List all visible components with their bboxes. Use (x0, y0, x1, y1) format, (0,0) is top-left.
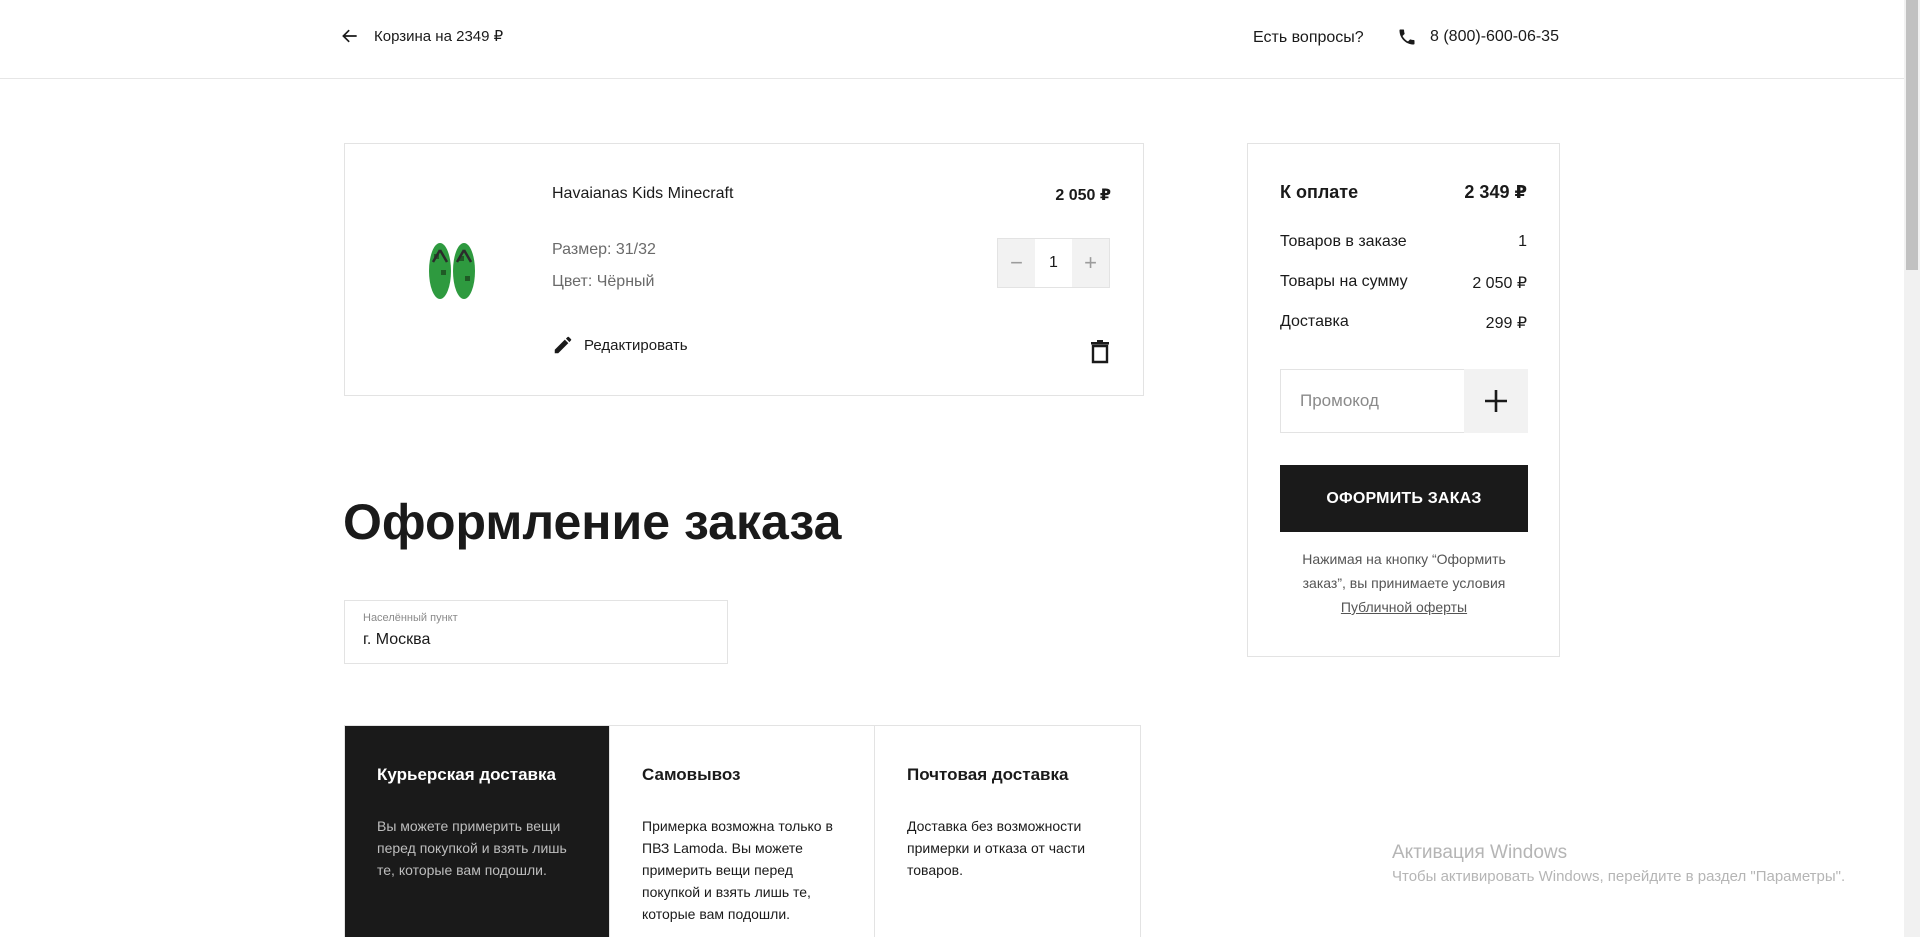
summary-total: 2 349 ₽ (1464, 182, 1527, 202)
quantity-increase-button[interactable]: + (1072, 239, 1109, 287)
place-order-button[interactable]: ОФОРМИТЬ ЗАКАЗ (1280, 465, 1528, 532)
back-to-cart-link[interactable]: Корзина на 2349 ₽ (340, 26, 503, 46)
phone-icon (1399, 29, 1415, 45)
city-field[interactable]: Населённый пункт г. Москва (344, 600, 728, 664)
quantity-value: 1 (1035, 239, 1072, 287)
scrollbar[interactable] (1904, 0, 1920, 937)
delivery-tab-description: Доставка без возможности примерки и отка… (907, 818, 1086, 878)
delivery-tab-pickup[interactable]: Самовывоз Примерка возможна только в ПВЗ… (610, 726, 875, 937)
public-offer-link[interactable]: Публичной оферты (1341, 599, 1467, 615)
delivery-tab-title: Самовывоз (642, 765, 741, 784)
product-name[interactable]: Havaianas Kids Minecraft (552, 185, 733, 203)
arrow-left-icon (342, 29, 357, 43)
pencil-icon (554, 336, 572, 354)
summary-row-value: 1 (1518, 233, 1527, 250)
terms-note: Нажимая на кнопку “Оформить заказ”, вы п… (1280, 547, 1528, 619)
quantity-decrease-button[interactable]: − (998, 239, 1035, 287)
header: Корзина на 2349 ₽ Есть вопросы? 8 (800)-… (0, 0, 1904, 79)
summary-title: К оплате (1280, 182, 1359, 202)
scrollbar-thumb[interactable] (1906, 0, 1918, 270)
summary-row-label: Товаров в заказе (1280, 233, 1407, 250)
apply-promo-button[interactable] (1464, 369, 1528, 433)
product-size: Размер: 31/32 (552, 241, 656, 258)
summary-row-label: Доставка (1280, 313, 1349, 330)
summary-row-items-sum: Товары на сумму 2 050 ₽ (1280, 273, 1527, 293)
summary-row-value: 2 050 ₽ (1472, 275, 1527, 292)
order-summary: К оплате 2 349 ₽ Товаров в заказе 1 Това… (1247, 143, 1560, 657)
cart-item-card: Havaianas Kids Minecraft 2 050 ₽ Размер:… (344, 143, 1144, 396)
edit-button[interactable]: Редактировать (552, 334, 688, 356)
summary-row-label: Товары на сумму (1280, 273, 1408, 290)
city-value: г. Москва (363, 631, 431, 648)
delivery-tab-description: Примерка возможна только в ПВЗ Lamoda. В… (642, 818, 833, 922)
watermark-subtitle: Чтобы активировать Windows, перейдите в … (1392, 868, 1846, 885)
promo-code-input[interactable] (1280, 369, 1464, 433)
page-title: Оформление заказа (343, 494, 842, 550)
back-label: Корзина на 2349 ₽ (374, 28, 504, 45)
product-color: Цвет: Чёрный (552, 273, 655, 290)
quantity-stepper: − 1 + (997, 238, 1110, 288)
summary-row-value: 299 ₽ (1485, 315, 1527, 332)
promo-code-group (1280, 369, 1528, 433)
watermark-title: Активация Windows (1392, 842, 1568, 863)
phone-link[interactable]: 8 (800)-600-06-35 (1397, 27, 1559, 47)
windows-activation-watermark: Активация Windows Чтобы активировать Win… (1392, 842, 1845, 885)
delivery-tab-title: Почтовая доставка (907, 765, 1069, 784)
terms-text: Нажимая на кнопку “Оформить заказ”, вы п… (1302, 551, 1506, 591)
phone-number: 8 (800)-600-06-35 (1430, 28, 1559, 45)
delivery-tab-courier[interactable]: Курьерская доставка Вы можете примерить … (345, 726, 610, 937)
summary-row-delivery: Доставка 299 ₽ (1280, 313, 1527, 333)
delivery-options: Курьерская доставка Вы можете примерить … (344, 725, 1141, 937)
plus-icon (1485, 390, 1507, 412)
delivery-tab-post[interactable]: Почтовая доставка Доставка без возможнос… (875, 726, 1140, 937)
edit-label: Редактировать (584, 336, 688, 354)
help-link[interactable]: Есть вопросы? (1253, 29, 1364, 47)
product-price: 2 050 ₽ (1055, 187, 1111, 204)
product-image[interactable] (425, 240, 479, 302)
summary-row-items-count: Товаров в заказе 1 (1280, 233, 1527, 251)
delivery-tab-description: Вы можете примерить вещи перед покупкой … (377, 818, 567, 878)
city-label: Населённый пункт (363, 612, 458, 624)
delivery-tab-title: Курьерская доставка (377, 765, 556, 784)
trash-icon[interactable] (1089, 340, 1111, 364)
